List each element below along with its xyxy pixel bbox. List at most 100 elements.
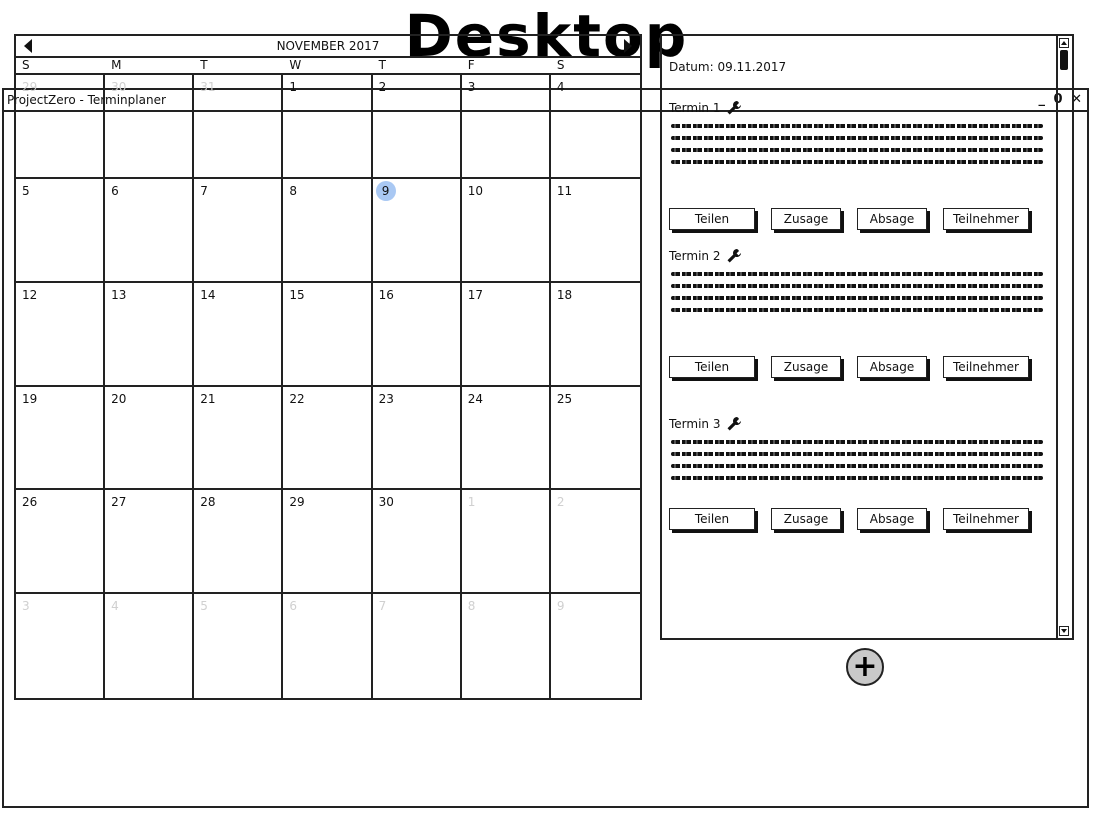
day-number: 2 (556, 495, 565, 510)
day-number: 1 (467, 495, 476, 510)
calendar-day[interactable]: 3 (461, 75, 551, 179)
day-number: 30 (111, 80, 127, 94)
day-number: 25 (556, 391, 573, 406)
calendar-day[interactable]: 18 (550, 283, 640, 387)
calendar-day[interactable]: 5 (194, 594, 284, 698)
calendar-day[interactable]: 6 (105, 178, 195, 283)
participants-button[interactable]: Teilnehmer (943, 208, 1029, 230)
selected-date-label: Datum: 09.11.2017 (669, 60, 787, 74)
calendar-day[interactable]: 29 (283, 490, 373, 595)
calendar-day[interactable]: 11 (550, 179, 640, 283)
panel-scrollbar[interactable] (1056, 36, 1072, 638)
calendar-day[interactable]: 20 (105, 386, 195, 491)
day-number: 16 (378, 287, 394, 302)
day-number: 14 (200, 287, 216, 302)
wrench-icon[interactable] (726, 416, 742, 432)
day-number: 31 (200, 80, 216, 94)
day-number: 18 (556, 287, 573, 302)
calendar-day[interactable]: 31 (194, 75, 284, 179)
calendar-day[interactable]: 7 (373, 594, 462, 698)
calendar-day[interactable]: 8 (462, 594, 551, 698)
calendar-day[interactable]: 12 (16, 282, 106, 387)
day-number: 19 (22, 391, 38, 406)
calendar-day[interactable]: 6 (283, 594, 373, 698)
calendar-day[interactable]: 8 (283, 178, 373, 283)
day-number: 20 (111, 391, 127, 406)
weekday-label: M (111, 58, 122, 72)
calendar-day[interactable]: 28 (194, 490, 284, 595)
calendar-day[interactable]: 29 (16, 75, 106, 179)
appointment-actions: Teilen Zusage Absage Teilnehmer (669, 208, 1039, 230)
decline-button[interactable]: Absage (857, 508, 927, 530)
plus-icon: + (852, 649, 878, 684)
calendar-day[interactable]: 3 (16, 594, 106, 698)
weekday-header: S M T W T F S (16, 58, 640, 75)
previous-month-icon[interactable] (24, 39, 32, 53)
calendar-day[interactable]: 16 (372, 282, 462, 387)
appointment-description (669, 440, 1045, 480)
participants-button[interactable]: Teilnehmer (943, 508, 1029, 530)
calendar-day[interactable]: 1 (461, 490, 551, 595)
accept-button[interactable]: Zusage (771, 208, 841, 230)
calendar-day[interactable]: 15 (283, 282, 373, 387)
day-number: 3 (467, 80, 476, 94)
next-month-icon[interactable] (624, 39, 632, 53)
calendar-day[interactable]: 10 (461, 178, 551, 283)
calendar-day[interactable]: 7 (194, 178, 284, 283)
month-label: NOVEMBER 2017 (276, 39, 380, 53)
appointment-3: Termin 3 Teilen Zusage Absage Teilnehmer (669, 416, 1045, 530)
appointment-title: Termin 2 (669, 249, 721, 263)
calendar-day[interactable]: 21 (194, 386, 284, 491)
calendar-day[interactable]: 13 (105, 282, 195, 387)
calendar-day[interactable]: 17 (461, 282, 551, 387)
accept-button[interactable]: Zusage (771, 508, 841, 530)
scroll-down-icon[interactable] (1059, 626, 1069, 636)
weekday-label: S (22, 58, 30, 72)
calendar-day[interactable]: 22 (283, 386, 373, 491)
calendar-day[interactable]: 9 (551, 594, 640, 698)
wrench-icon[interactable] (726, 100, 742, 116)
decline-button[interactable]: Absage (857, 356, 927, 378)
calendar-day[interactable]: 14 (194, 282, 284, 387)
wrench-icon[interactable] (726, 248, 742, 264)
appointment-title-row: Termin 3 (669, 416, 1045, 432)
day-number: 29 (22, 80, 38, 94)
scroll-up-icon[interactable] (1059, 38, 1069, 48)
appointment-title-row: Termin 1 (669, 100, 1045, 116)
calendar-day[interactable]: 4 (105, 594, 195, 698)
calendar-day[interactable]: 4 (550, 75, 640, 179)
day-number: 15 (289, 287, 305, 302)
day-number: 12 (22, 287, 38, 302)
calendar-day[interactable]: 23 (372, 386, 462, 491)
calendar-day[interactable]: 30 (372, 490, 462, 595)
day-number: 22 (289, 391, 305, 406)
appointment-description (669, 124, 1045, 164)
calendar-day[interactable]: 19 (16, 386, 106, 491)
scroll-thumb[interactable] (1060, 50, 1068, 70)
share-button[interactable]: Teilen (669, 356, 755, 378)
calendar-day[interactable]: 2 (550, 490, 640, 595)
day-number: 6 (289, 599, 298, 614)
add-appointment-button[interactable]: + (846, 648, 884, 686)
share-button[interactable]: Teilen (669, 208, 755, 230)
decline-button[interactable]: Absage (857, 208, 927, 230)
calendar-day[interactable]: 25 (550, 387, 640, 491)
calendar-day[interactable]: 1 (283, 75, 373, 179)
share-button[interactable]: Teilen (669, 508, 755, 530)
calendar-day-today[interactable]: 9 (372, 178, 462, 283)
calendar-day[interactable]: 26 (16, 490, 106, 595)
calendar-day[interactable]: 27 (105, 490, 195, 595)
appointment-2: Termin 2 Teilen Zusage Absage Teilnehmer (669, 248, 1045, 378)
weekday-label: W (289, 58, 302, 72)
calendar-day[interactable]: 30 (105, 75, 195, 179)
day-number: 5 (200, 599, 208, 614)
day-number: 2 (378, 80, 387, 94)
day-number: 24 (467, 391, 483, 406)
calendar-day[interactable]: 5 (16, 178, 106, 283)
participants-button[interactable]: Teilnehmer (943, 356, 1029, 378)
calendar-day[interactable]: 2 (372, 75, 462, 179)
accept-button[interactable]: Zusage (771, 356, 841, 378)
day-number: 29 (289, 495, 305, 510)
calendar-day[interactable]: 24 (461, 386, 551, 491)
weekday-label: T (200, 58, 208, 72)
